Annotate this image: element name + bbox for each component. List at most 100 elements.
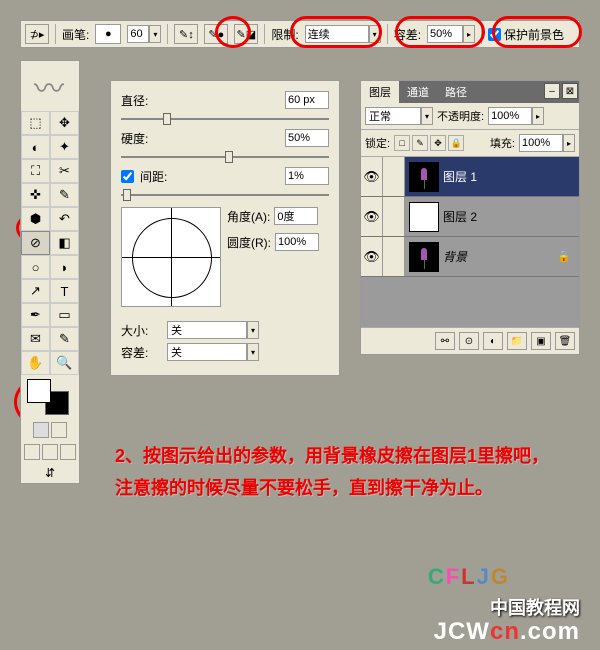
heal-tool[interactable]: ✜ (21, 183, 50, 207)
crop-tool[interactable]: ⛶ (21, 159, 50, 183)
slice-tool[interactable]: ✂ (50, 159, 79, 183)
tolerance-label: 容差: (394, 26, 421, 43)
limit-dropdown[interactable]: 连续 ▾ (305, 25, 381, 43)
layer-name: 图层 2 (443, 208, 477, 225)
screenmode-row (21, 441, 79, 463)
dodge-tool[interactable]: ◗ (50, 255, 79, 279)
jump-to-button[interactable]: ⇵ (21, 463, 79, 483)
stamp-tool[interactable]: ⬢ (21, 207, 50, 231)
blur-tool[interactable]: ○ (21, 255, 50, 279)
lock-pixels-icon[interactable]: ✎ (412, 135, 428, 151)
visibility-eye-icon[interactable]: 👁 (361, 237, 383, 276)
visibility-eye-icon[interactable]: 👁 (361, 157, 383, 196)
protect-foreground-checkbox[interactable]: 保护前景色 (488, 26, 564, 43)
watermark-logo: CFLJG (428, 564, 510, 590)
brush-tool[interactable]: ✎ (50, 183, 79, 207)
stepper-icon[interactable]: ▸ (463, 25, 475, 43)
layer-thumbnail[interactable] (409, 202, 439, 232)
lock-icon: 🔒 (557, 250, 571, 263)
pen-tool[interactable]: ✒ (21, 303, 50, 327)
blend-mode-select[interactable]: 正常▾ (365, 107, 433, 125)
tolerance-dynamics-select[interactable]: 关▾ (167, 343, 259, 361)
new-layer-button[interactable]: ▣ (531, 332, 551, 350)
layer-list: 👁 图层 1 👁 图层 2 👁 背景 🔒 (361, 157, 579, 327)
fill-input[interactable]: 100%▸ (519, 134, 575, 152)
tab-layers[interactable]: 图层 (361, 81, 399, 103)
lock-all-icon[interactable]: 🔒 (448, 135, 464, 151)
layer-thumbnail[interactable] (409, 242, 439, 272)
marquee-tool[interactable]: ⬚ (21, 111, 50, 135)
minimize-icon[interactable]: – (544, 83, 560, 99)
layer-style-button[interactable]: ⊙ (459, 332, 479, 350)
path-tool[interactable]: ↗ (21, 279, 50, 303)
hand-tool[interactable]: ✋ (21, 351, 50, 375)
wand-tool[interactable]: ✦ (50, 135, 79, 159)
diameter-slider[interactable] (121, 113, 329, 125)
chevron-down-icon[interactable]: ▾ (369, 25, 381, 43)
zoom-tool[interactable]: 🔍 (50, 351, 79, 375)
tolerance-input[interactable]: 50% ▸ (427, 25, 475, 43)
delete-layer-button[interactable]: 🗑 (555, 332, 575, 350)
sampling-swatch-button[interactable]: ✎◪ (234, 24, 258, 44)
lock-label: 锁定: (365, 135, 390, 151)
tab-channels[interactable]: 通道 (399, 81, 437, 103)
notes-tool[interactable]: ✉ (21, 327, 50, 351)
layer-mask-button[interactable]: ◐ (483, 332, 503, 350)
sampling-once-button[interactable]: ✎● (204, 24, 228, 44)
layer-item[interactable]: 👁 背景 🔒 (361, 237, 579, 277)
layer-link-toggle[interactable] (383, 157, 405, 196)
tolerance-dynamics-label: 容差: (121, 344, 161, 361)
link-layers-button[interactable]: ⚯ (435, 332, 455, 350)
brush-angle-widget[interactable] (121, 207, 221, 307)
history-brush-tool[interactable]: ↶ (50, 207, 79, 231)
spacing-checkbox[interactable] (121, 170, 134, 183)
eyedropper-tool[interactable]: ✎ (50, 327, 79, 351)
sampling-continuous-button[interactable]: ✎↕ (174, 24, 198, 44)
layer-item[interactable]: 👁 图层 1 (361, 157, 579, 197)
lock-transparent-icon[interactable]: □ (394, 135, 410, 151)
shape-tool[interactable]: ▭ (50, 303, 79, 327)
roundness-input[interactable]: 100% (275, 233, 319, 251)
screen-mode-1[interactable] (24, 444, 40, 460)
layer-link-toggle[interactable] (383, 197, 405, 236)
foreground-color[interactable] (27, 379, 51, 403)
size-dynamics-label: 大小: (121, 322, 161, 339)
watermark-site: 中国教程网 (490, 594, 580, 620)
color-swatches[interactable] (23, 377, 79, 417)
brush-preview[interactable]: ● (95, 24, 121, 44)
diameter-input[interactable]: 60 px (285, 91, 329, 109)
hardness-input[interactable]: 50% (285, 129, 329, 147)
size-dynamics-select[interactable]: 关▾ (167, 321, 259, 339)
hardness-slider[interactable] (121, 151, 329, 163)
gradient-tool[interactable]: ◧ (50, 231, 79, 255)
lock-position-icon[interactable]: ✥ (430, 135, 446, 151)
screen-mode-3[interactable] (60, 444, 76, 460)
hardness-label: 硬度: (121, 130, 161, 147)
tab-paths[interactable]: 路径 (437, 81, 475, 103)
quickmask-mode-button[interactable] (51, 422, 67, 438)
new-group-button[interactable]: 📁 (507, 332, 527, 350)
lasso-tool[interactable]: ◐ (21, 135, 50, 159)
close-icon[interactable]: ⊠ (562, 83, 578, 99)
options-toolbar: ⊅▸ 画笔: ● 60 ▾ ✎↕ ✎● ✎◪ 限制: 连续 ▾ 容差: 50% … (20, 20, 580, 48)
opacity-label: 不透明度: (437, 108, 484, 124)
angle-input[interactable]: 0度 (274, 207, 318, 225)
chevron-down-icon[interactable]: ▾ (149, 25, 161, 43)
spacing-slider[interactable] (121, 189, 329, 201)
bg-eraser-tool[interactable]: ⊘ (21, 231, 50, 255)
layer-item[interactable]: 👁 图层 2 (361, 197, 579, 237)
layer-name: 图层 1 (443, 168, 477, 185)
standard-mode-button[interactable] (33, 422, 49, 438)
move-tool[interactable]: ✥ (50, 111, 79, 135)
tool-preset-button[interactable]: ⊅▸ (25, 24, 49, 44)
layer-thumbnail[interactable] (409, 162, 439, 192)
visibility-eye-icon[interactable]: 👁 (361, 197, 383, 236)
layer-link-toggle[interactable] (383, 237, 405, 276)
brush-size-dropdown[interactable]: 60 ▾ (127, 25, 161, 43)
opacity-input[interactable]: 100%▸ (488, 107, 544, 125)
spacing-input[interactable]: 1% (285, 167, 329, 185)
layers-panel: 图层 通道 路径 – ⊠ 正常▾ 不透明度: 100%▸ 锁定: □ ✎ ✥ 🔒… (360, 80, 580, 355)
type-tool[interactable]: T (50, 279, 79, 303)
screen-mode-2[interactable] (42, 444, 58, 460)
chevron-down-icon: ▾ (247, 343, 259, 361)
